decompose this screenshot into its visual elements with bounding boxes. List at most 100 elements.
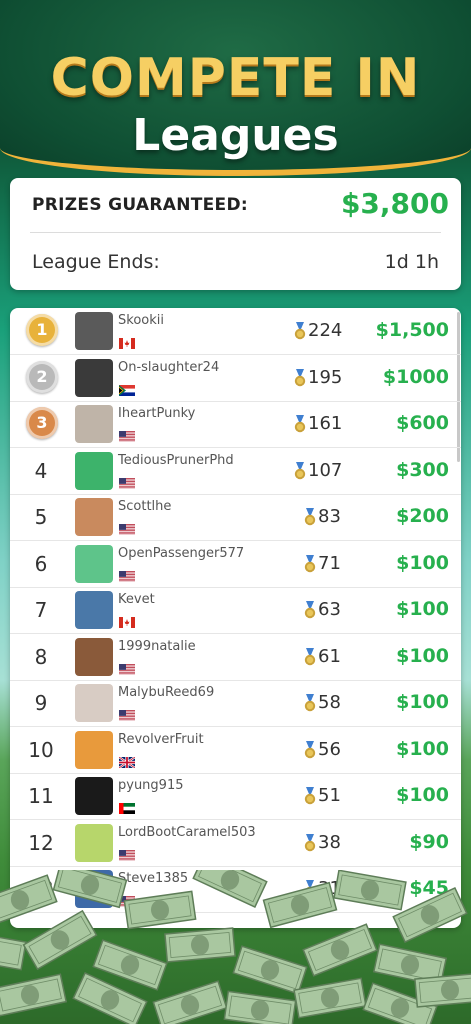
- league-summary-card: PRIZES GUARANTEED: $3,800 League Ends: 1…: [10, 178, 461, 290]
- avatar[interactable]: [75, 405, 113, 443]
- leaderboard-row[interactable]: 8 1999natalie 61 $100: [10, 634, 461, 681]
- player-name[interactable]: MalybuReed69: [118, 685, 214, 700]
- flag-usa-icon: [119, 706, 135, 721]
- rank-number: 7: [34, 598, 48, 622]
- prize-value: $1,500: [375, 319, 449, 341]
- leaderboard-row[interactable]: 7 Kevet 63 $100: [10, 587, 461, 634]
- prize-value: $200: [396, 505, 449, 527]
- player-name[interactable]: RevolverFruit: [118, 732, 204, 747]
- avatar[interactable]: [75, 358, 113, 397]
- medal-points-icon: [294, 461, 306, 480]
- money-bill: [392, 886, 468, 944]
- money-bill: [223, 990, 297, 1024]
- prize-value: $600: [396, 412, 449, 434]
- medal-points-icon: [304, 601, 316, 619]
- money-bill: [192, 870, 268, 909]
- money-pile-image: [0, 870, 471, 1024]
- avatar[interactable]: [75, 823, 113, 862]
- points-value: 56: [318, 738, 341, 760]
- title-compete-in: COMPETE IN: [50, 48, 421, 108]
- points-value: 195: [308, 366, 343, 388]
- league-ends-value: 1d 1h: [384, 251, 439, 273]
- points-value: 38: [318, 831, 341, 853]
- leaderboard-list[interactable]: 1 Skookii 224 $1,500 2 On-slaughter24 195 $1000…: [10, 308, 461, 928]
- points-value: 161: [308, 413, 343, 434]
- leaderboard-row[interactable]: 5 Scottlhe 83 $200: [10, 494, 461, 541]
- points-value: 83: [318, 506, 341, 527]
- money-bill: [52, 870, 128, 909]
- points-value: 51: [318, 785, 341, 806]
- flag-usa-icon: [119, 567, 135, 582]
- leaderboard-row[interactable]: 9 MalybuReed69 58 $100: [10, 680, 461, 727]
- avatar[interactable]: [75, 451, 113, 490]
- flag-uk-icon: [118, 753, 136, 769]
- avatar[interactable]: [75, 777, 113, 815]
- money-bill: [0, 929, 27, 971]
- rank-number: 5: [34, 505, 48, 529]
- points-value: 63: [318, 599, 341, 620]
- league-ends-label: League Ends:: [32, 251, 160, 273]
- prize-value: $300: [396, 458, 449, 481]
- player-name[interactable]: On-slaughter24: [118, 360, 219, 375]
- leaderboard-row[interactable]: 4 TediousPrunerPhd 107 $300: [10, 448, 461, 495]
- player-name[interactable]: IheartPunky: [118, 406, 195, 421]
- avatar[interactable]: [75, 312, 113, 350]
- medal-points-icon: [304, 694, 316, 712]
- money-bill: [333, 870, 407, 911]
- points-value: 58: [318, 692, 341, 713]
- points-value: 71: [318, 552, 341, 574]
- leaderboard-row[interactable]: 2 On-slaughter24 195 $1000: [10, 355, 461, 402]
- medal-points-icon: [304, 740, 316, 759]
- avatar[interactable]: [75, 591, 113, 629]
- leaderboard-row[interactable]: 1 Skookii 224 $1,500: [10, 308, 461, 355]
- player-name[interactable]: Skookii: [118, 313, 164, 328]
- leaderboard-row[interactable]: 10 RevolverFruit 56 $100: [10, 727, 461, 774]
- medal-points-icon: [294, 415, 306, 433]
- player-name[interactable]: LordBootCaramel503: [118, 825, 256, 840]
- rank-number: 9: [34, 691, 48, 715]
- rank-number: 8: [34, 644, 48, 669]
- medal-points-icon: [304, 508, 316, 526]
- avatar[interactable]: [75, 684, 113, 722]
- prize-value: $1000: [382, 365, 449, 388]
- rank-number: 4: [34, 458, 48, 483]
- avatar[interactable]: [75, 544, 113, 583]
- prize-value: $100: [396, 598, 449, 620]
- rank-number: 6: [34, 551, 48, 576]
- leaderboard-row[interactable]: 11 pyung915 51 $100: [10, 773, 461, 820]
- money-bill: [302, 923, 378, 977]
- player-name[interactable]: pyung915: [118, 778, 184, 793]
- prize-value: $100: [396, 784, 449, 806]
- rank-medal-icon: 3: [26, 407, 58, 439]
- rank-number: 12: [28, 830, 54, 855]
- player-name[interactable]: 1999natalie: [118, 639, 196, 654]
- money-bill: [123, 890, 197, 930]
- flag-usa-icon: [119, 660, 135, 675]
- money-bill: [22, 909, 98, 971]
- money-bill: [293, 977, 367, 1019]
- player-name[interactable]: TediousPrunerPhd: [118, 453, 234, 468]
- rank-number: 11: [28, 784, 54, 808]
- prize-value: $100: [396, 737, 449, 760]
- title-leagues: Leagues: [132, 110, 339, 161]
- player-name[interactable]: Kevet: [118, 592, 155, 607]
- divider: [30, 232, 441, 233]
- leaderboard-row[interactable]: 6 OpenPassenger577 71 $100: [10, 541, 461, 588]
- leaderboard-row[interactable]: 12 LordBootCaramel503 38 $90: [10, 820, 461, 867]
- avatar[interactable]: [75, 498, 113, 536]
- avatar[interactable]: [75, 730, 113, 769]
- flag-usa-icon: [119, 427, 135, 442]
- leaderboard-row[interactable]: 3 IheartPunky 161 $600: [10, 401, 461, 448]
- prize-value: $100: [396, 644, 449, 667]
- money-bill: [232, 945, 308, 995]
- avatar[interactable]: [75, 637, 113, 676]
- medal-points-icon: [304, 554, 316, 573]
- money-bill: [262, 881, 338, 929]
- player-name[interactable]: OpenPassenger577: [118, 546, 244, 561]
- rank-medal-icon: 2: [26, 360, 58, 393]
- player-name[interactable]: Scottlhe: [118, 499, 171, 514]
- money-bill: [164, 927, 236, 963]
- flag-uae-icon: [119, 799, 135, 814]
- flag-usa-icon: [119, 846, 135, 861]
- flag-canada-icon: [119, 613, 135, 628]
